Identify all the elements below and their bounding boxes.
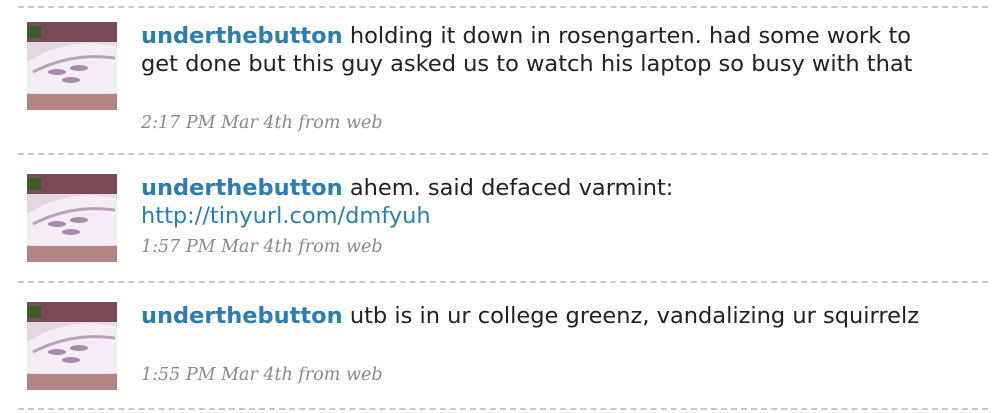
tweet-source-prefix: from bbox=[298, 113, 341, 133]
tweet-timestamp[interactable]: 1:55 PM Mar 4th bbox=[141, 365, 293, 385]
tweet-source-prefix: from bbox=[298, 365, 341, 385]
divider bbox=[18, 6, 988, 8]
tweet-body: underthebutton ahem. said defaced varmin… bbox=[141, 174, 941, 230]
tweet-meta: 1:57 PM Mar 4th from web bbox=[141, 237, 383, 257]
tweet-source[interactable]: web bbox=[346, 365, 383, 385]
tweet-text: ahem. said defaced varmint: bbox=[349, 175, 674, 201]
tweet-timestamp[interactable]: 1:57 PM Mar 4th bbox=[141, 237, 293, 257]
avatar[interactable] bbox=[27, 174, 117, 262]
tweet-body: underthebutton holding it down in roseng… bbox=[141, 22, 941, 78]
divider bbox=[18, 281, 988, 283]
avatar[interactable] bbox=[27, 302, 117, 390]
tweet-username[interactable]: underthebutton bbox=[141, 303, 343, 329]
tweet-meta: 2:17 PM Mar 4th from web bbox=[141, 113, 383, 133]
divider bbox=[18, 408, 988, 410]
avatar-image-icon bbox=[27, 22, 117, 110]
tweet-username[interactable]: underthebutton bbox=[141, 175, 343, 201]
tweet-link[interactable]: http://tinyurl.com/dmfyuh bbox=[141, 203, 431, 229]
tweet-username[interactable]: underthebutton bbox=[141, 23, 343, 49]
tweet-timeline: underthebutton holding it down in roseng… bbox=[0, 0, 1000, 413]
divider bbox=[18, 153, 988, 155]
tweet-text: utb is in ur college greenz, vandalizing… bbox=[349, 303, 920, 329]
tweet-source[interactable]: web bbox=[346, 237, 383, 257]
tweet-source[interactable]: web bbox=[346, 113, 383, 133]
avatar-image-icon bbox=[27, 302, 117, 390]
avatar[interactable] bbox=[27, 22, 117, 110]
tweet-body: underthebutton utb is in ur college gree… bbox=[141, 302, 941, 330]
tweet-source-prefix: from bbox=[298, 237, 341, 257]
avatar-image-icon bbox=[27, 174, 117, 262]
tweet-timestamp[interactable]: 2:17 PM Mar 4th bbox=[141, 113, 293, 133]
tweet-meta: 1:55 PM Mar 4th from web bbox=[141, 365, 383, 385]
